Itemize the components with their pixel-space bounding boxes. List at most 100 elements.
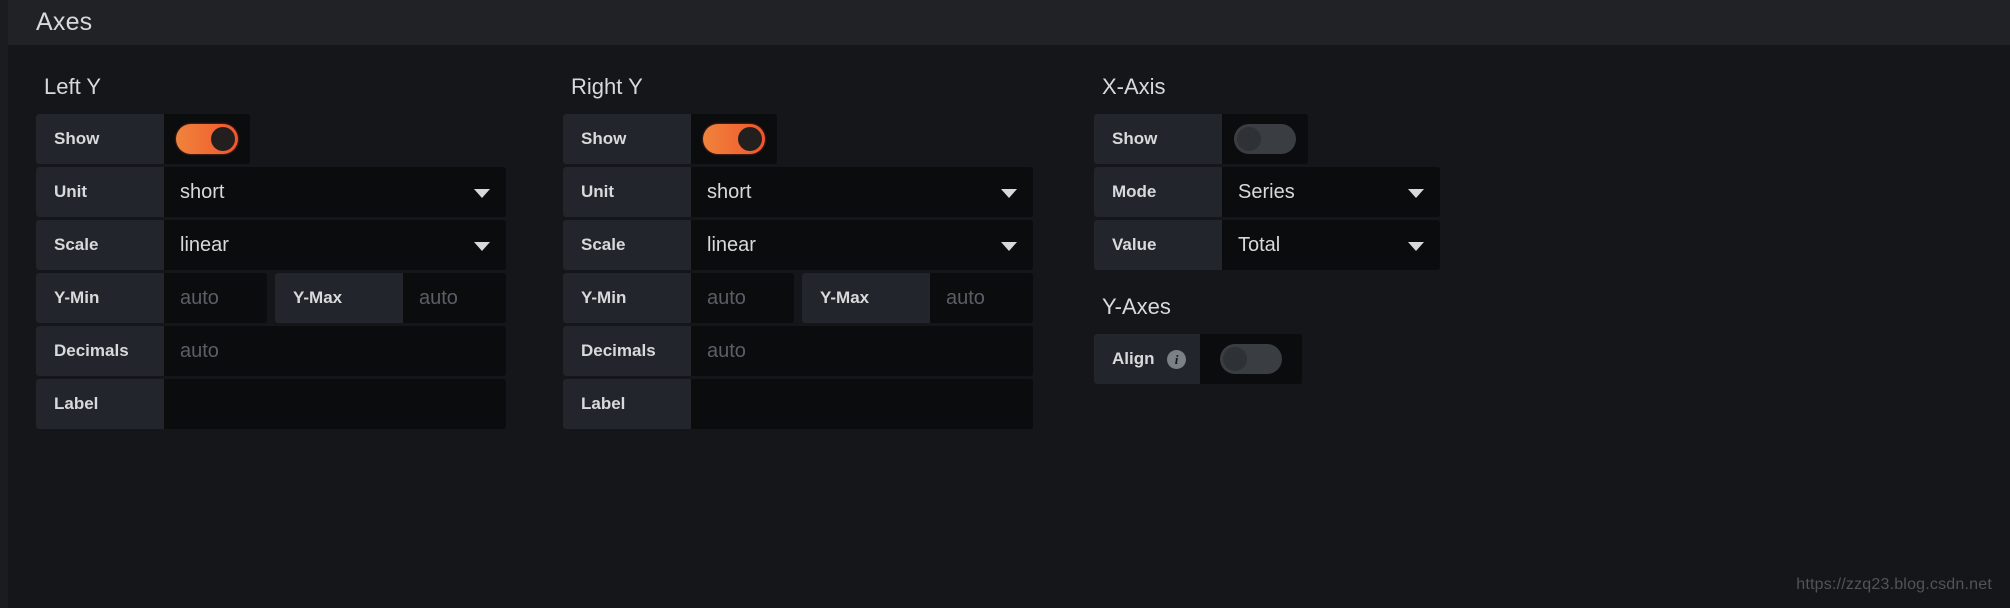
right-y-scale-row: Scale linear — [563, 220, 1033, 270]
left-y-scale-select[interactable]: linear — [164, 220, 506, 270]
chevron-down-icon — [1001, 242, 1017, 251]
left-y-min-input[interactable]: auto — [164, 273, 267, 323]
left-y-min-label: Y-Min — [36, 273, 164, 323]
left-y-max-label: Y-Max — [275, 273, 403, 323]
right-y-label-row: Label — [563, 379, 1033, 429]
left-y-decimals-label: Decimals — [36, 326, 164, 376]
right-y-unit-group: Unit short — [563, 167, 1033, 217]
chevron-down-icon — [1408, 242, 1424, 251]
right-y-max-group: Y-Max auto — [802, 273, 1033, 323]
left-y-decimals-row: Decimals auto — [36, 326, 506, 376]
left-y-unit-value: short — [180, 180, 225, 203]
right-y-scale-group: Scale linear — [563, 220, 1033, 270]
panel-header: Axes — [8, 0, 2010, 45]
right-y-section: Right Y Show Unit short Scale linear Y-M… — [563, 45, 1033, 432]
chevron-down-icon — [474, 242, 490, 251]
y-axes-align-toggle[interactable] — [1220, 344, 1282, 374]
right-y-label-group: Label — [563, 379, 1033, 429]
y-axes-align-group: Align i — [1094, 334, 1302, 384]
page-title: Axes — [36, 8, 93, 36]
right-y-label-input[interactable] — [691, 379, 1033, 429]
chevron-down-icon — [1408, 189, 1424, 198]
right-y-decimals-label: Decimals — [563, 326, 691, 376]
y-axes-align-toggle-cell[interactable] — [1200, 334, 1302, 384]
info-icon[interactable]: i — [1167, 349, 1186, 369]
x-axis-show-row: Show — [1094, 114, 1440, 164]
right-y-scale-select[interactable]: linear — [691, 220, 1033, 270]
x-axis-show-toggle-cell[interactable] — [1222, 114, 1308, 164]
x-axis-section: X-Axis Show Mode Series Value Total Y-Ax… — [1094, 45, 1440, 387]
left-y-unit-label: Unit — [36, 167, 164, 217]
right-y-decimals-row: Decimals auto — [563, 326, 1033, 376]
y-axes-align-label: Align — [1112, 349, 1155, 368]
right-y-show-toggle[interactable] — [703, 124, 765, 154]
x-axis-section-title: X-Axis — [1102, 74, 1166, 99]
left-y-show-label: Show — [36, 114, 164, 164]
left-y-label-label: Label — [36, 379, 164, 429]
left-y-decimals-group: Decimals auto — [36, 326, 506, 376]
x-axis-value-label: Value — [1094, 220, 1222, 270]
watermark: https://zzq23.blog.csdn.net — [1796, 576, 1992, 593]
right-y-show-group: Show — [563, 114, 777, 164]
x-axis-show-label: Show — [1094, 114, 1222, 164]
right-y-min-group: Y-Min auto — [563, 273, 794, 323]
left-y-max-input[interactable]: auto — [403, 273, 506, 323]
panel-left-edge — [0, 0, 8, 608]
right-y-label-label: Label — [563, 379, 691, 429]
toggle-knob-icon — [211, 127, 235, 151]
left-y-scale-group: Scale linear — [36, 220, 506, 270]
y-axes-align-label-cell: Align i — [1094, 334, 1200, 384]
right-y-show-toggle-cell[interactable] — [691, 114, 777, 164]
x-axis-mode-select[interactable]: Series — [1222, 167, 1440, 217]
axes-options-panel: Axes Left Y Show Unit short Scale linear… — [0, 0, 2010, 608]
toggle-knob-icon — [1223, 347, 1247, 371]
left-y-show-row: Show — [36, 114, 506, 164]
left-y-section: Left Y Show Unit short Scale linear Y-Mi… — [36, 45, 506, 432]
left-y-section-title: Left Y — [44, 74, 102, 99]
right-y-section-title: Right Y — [571, 74, 643, 99]
x-axis-mode-group: Mode Series — [1094, 167, 1440, 217]
left-y-show-group: Show — [36, 114, 250, 164]
right-y-unit-select[interactable]: short — [691, 167, 1033, 217]
left-y-scale-row: Scale linear — [36, 220, 506, 270]
x-axis-value-select[interactable]: Total — [1222, 220, 1440, 270]
left-y-scale-label: Scale — [36, 220, 164, 270]
left-y-unit-group: Unit short — [36, 167, 506, 217]
left-y-unit-select[interactable]: short — [164, 167, 506, 217]
right-y-min-input[interactable]: auto — [691, 273, 794, 323]
right-y-unit-label: Unit — [563, 167, 691, 217]
right-y-decimals-input[interactable]: auto — [691, 326, 1033, 376]
x-axis-mode-label: Mode — [1094, 167, 1222, 217]
right-y-decimals-group: Decimals auto — [563, 326, 1033, 376]
toggle-knob-icon — [738, 127, 762, 151]
right-y-scale-label: Scale — [563, 220, 691, 270]
left-y-unit-row: Unit short — [36, 167, 506, 217]
left-y-max-group: Y-Max auto — [275, 273, 506, 323]
left-y-label-input[interactable] — [164, 379, 506, 429]
right-y-show-label: Show — [563, 114, 691, 164]
right-y-min-label: Y-Min — [563, 273, 691, 323]
left-y-min-group: Y-Min auto — [36, 273, 267, 323]
right-y-max-label: Y-Max — [802, 273, 930, 323]
right-y-show-row: Show — [563, 114, 1033, 164]
x-axis-mode-row: Mode Series — [1094, 167, 1440, 217]
left-y-show-toggle[interactable] — [176, 124, 238, 154]
left-y-show-toggle-cell[interactable] — [164, 114, 250, 164]
left-y-minmax-row: Y-Min auto Y-Max auto — [36, 273, 506, 323]
left-y-scale-value: linear — [180, 233, 229, 256]
x-axis-value-group: Value Total — [1094, 220, 1440, 270]
y-axes-section-title: Y-Axes — [1102, 294, 1171, 319]
right-y-unit-value: short — [707, 180, 752, 203]
chevron-down-icon — [1001, 189, 1017, 198]
x-axis-show-toggle[interactable] — [1234, 124, 1296, 154]
chevron-down-icon — [474, 189, 490, 198]
right-y-minmax-row: Y-Min auto Y-Max auto — [563, 273, 1033, 323]
right-y-scale-value: linear — [707, 233, 756, 256]
left-y-decimals-input[interactable]: auto — [164, 326, 506, 376]
y-axes-align-row: Align i — [1094, 334, 1440, 384]
x-axis-value-value: Total — [1238, 233, 1281, 256]
x-axis-show-group: Show — [1094, 114, 1308, 164]
panel-body: Left Y Show Unit short Scale linear Y-Mi… — [8, 45, 2010, 608]
right-y-max-input[interactable]: auto — [930, 273, 1033, 323]
left-y-label-group: Label — [36, 379, 506, 429]
